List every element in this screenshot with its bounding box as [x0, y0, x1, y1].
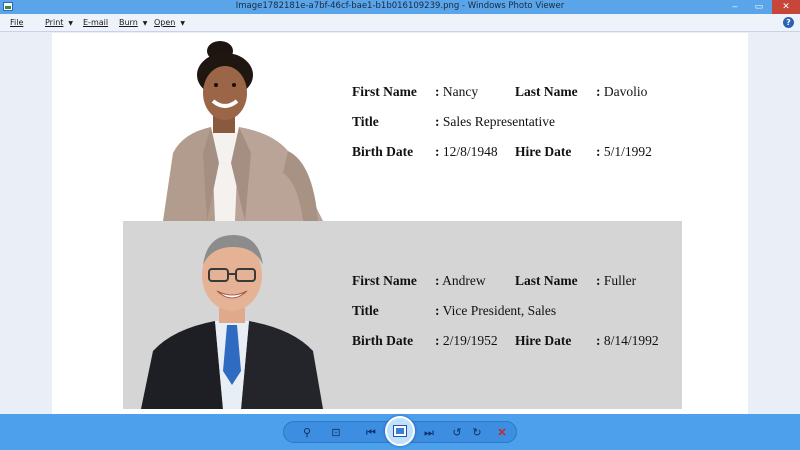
hire-date-text: 5/1/1992: [603, 144, 652, 159]
rotate-counterclockwise-icon[interactable]: ↺: [448, 422, 466, 444]
separator: :: [596, 144, 601, 159]
window-title: Image1782181e-a7bf-46cf-bae1-b1b01610923…: [235, 1, 565, 11]
last-name-text: Davolio: [603, 84, 648, 99]
next-icon[interactable]: ⏭: [418, 422, 440, 444]
separator: :: [435, 333, 440, 348]
title-value: : Sales Representative: [435, 114, 555, 130]
employee-photo-2: [123, 221, 333, 409]
employee-record-1: First Name : Nancy Last Name : Davolio T…: [123, 33, 682, 221]
chevron-down-icon: ▼: [142, 20, 148, 27]
chevron-down-icon: ▼: [68, 20, 74, 27]
birth-date-text: 2/19/1952: [442, 333, 498, 348]
last-name-label: Last Name: [515, 273, 578, 288]
last-name-text: Fuller: [603, 273, 637, 288]
menu-file[interactable]: File: [10, 18, 23, 27]
separator: :: [435, 273, 440, 288]
displayed-image: First Name : Nancy Last Name : Davolio T…: [52, 33, 748, 414]
first-name-value: : Andrew: [435, 273, 486, 289]
minimize-button[interactable]: –: [722, 0, 748, 14]
bottom-toolbar: ⚲ ⊡ ⏮ ⏭ ↺ ↻ ✕: [0, 414, 800, 450]
hire-date-label: Hire Date: [515, 144, 572, 159]
title-text: Vice President, Sales: [442, 303, 557, 318]
first-name-text: Andrew: [442, 273, 486, 288]
separator: :: [596, 333, 601, 348]
rotate-clockwise-icon[interactable]: ↻: [468, 422, 486, 444]
image-viewer: First Name : Nancy Last Name : Davolio T…: [0, 33, 800, 414]
birth-date-text: 12/8/1948: [442, 144, 498, 159]
birth-date-value: : 12/8/1948: [435, 144, 498, 160]
hire-date-value: : 8/14/1992: [596, 333, 659, 349]
separator: :: [596, 273, 601, 288]
menu-print-label: Print: [45, 18, 64, 27]
title-label: Title: [352, 114, 379, 129]
hire-date-label: Hire Date: [515, 333, 572, 348]
menu-open[interactable]: Open ▼: [154, 18, 185, 27]
hire-date-text: 8/14/1992: [603, 333, 659, 348]
separator: :: [596, 84, 601, 99]
previous-icon[interactable]: ⏮: [360, 422, 382, 444]
menu-bar: File Print ▼ E-mail Burn ▼ Open ▼ ?: [0, 14, 800, 32]
menu-open-label: Open: [154, 18, 176, 27]
last-name-value: : Fuller: [596, 273, 636, 289]
chevron-down-icon: ▼: [180, 20, 185, 27]
title-label: Title: [352, 303, 379, 318]
last-name-value: : Davolio: [596, 84, 647, 100]
title-value: : Vice President, Sales: [435, 303, 556, 319]
menu-file-label: File: [10, 18, 24, 27]
menu-burn-label: Burn: [119, 18, 138, 27]
first-name-label: First Name: [352, 84, 417, 99]
separator: :: [435, 114, 440, 129]
actual-size-icon[interactable]: ⊡: [326, 422, 346, 444]
first-name-label: First Name: [352, 273, 417, 288]
first-name-text: Nancy: [442, 84, 479, 99]
maximize-button[interactable]: ▭: [746, 0, 772, 14]
help-icon[interactable]: ?: [783, 17, 794, 28]
menu-print[interactable]: Print ▼: [45, 18, 73, 27]
slideshow-button[interactable]: [385, 416, 415, 446]
zoom-icon[interactable]: ⚲: [294, 422, 320, 444]
slideshow-icon: [393, 425, 407, 437]
title-bar: Image1782181e-a7bf-46cf-bae1-b1b01610923…: [0, 0, 800, 14]
birth-date-value: : 2/19/1952: [435, 333, 498, 349]
birth-date-label: Birth Date: [352, 333, 414, 348]
menu-email[interactable]: E-mail: [83, 18, 108, 27]
menu-burn[interactable]: Burn ▼: [119, 18, 147, 27]
last-name-label: Last Name: [515, 84, 578, 99]
close-button[interactable]: ✕: [772, 0, 800, 14]
hire-date-value: : 5/1/1992: [596, 144, 652, 160]
separator: :: [435, 144, 440, 159]
birth-date-label: Birth Date: [352, 144, 414, 159]
employee-photo-1: [123, 33, 333, 221]
separator: :: [435, 84, 440, 99]
first-name-value: : Nancy: [435, 84, 478, 100]
menu-email-label: E-mail: [83, 18, 109, 27]
title-text: Sales Representative: [442, 114, 555, 129]
delete-icon[interactable]: ✕: [492, 422, 512, 444]
employee-record-2: First Name : Andrew Last Name : Fuller T…: [123, 221, 682, 409]
separator: :: [435, 303, 440, 318]
